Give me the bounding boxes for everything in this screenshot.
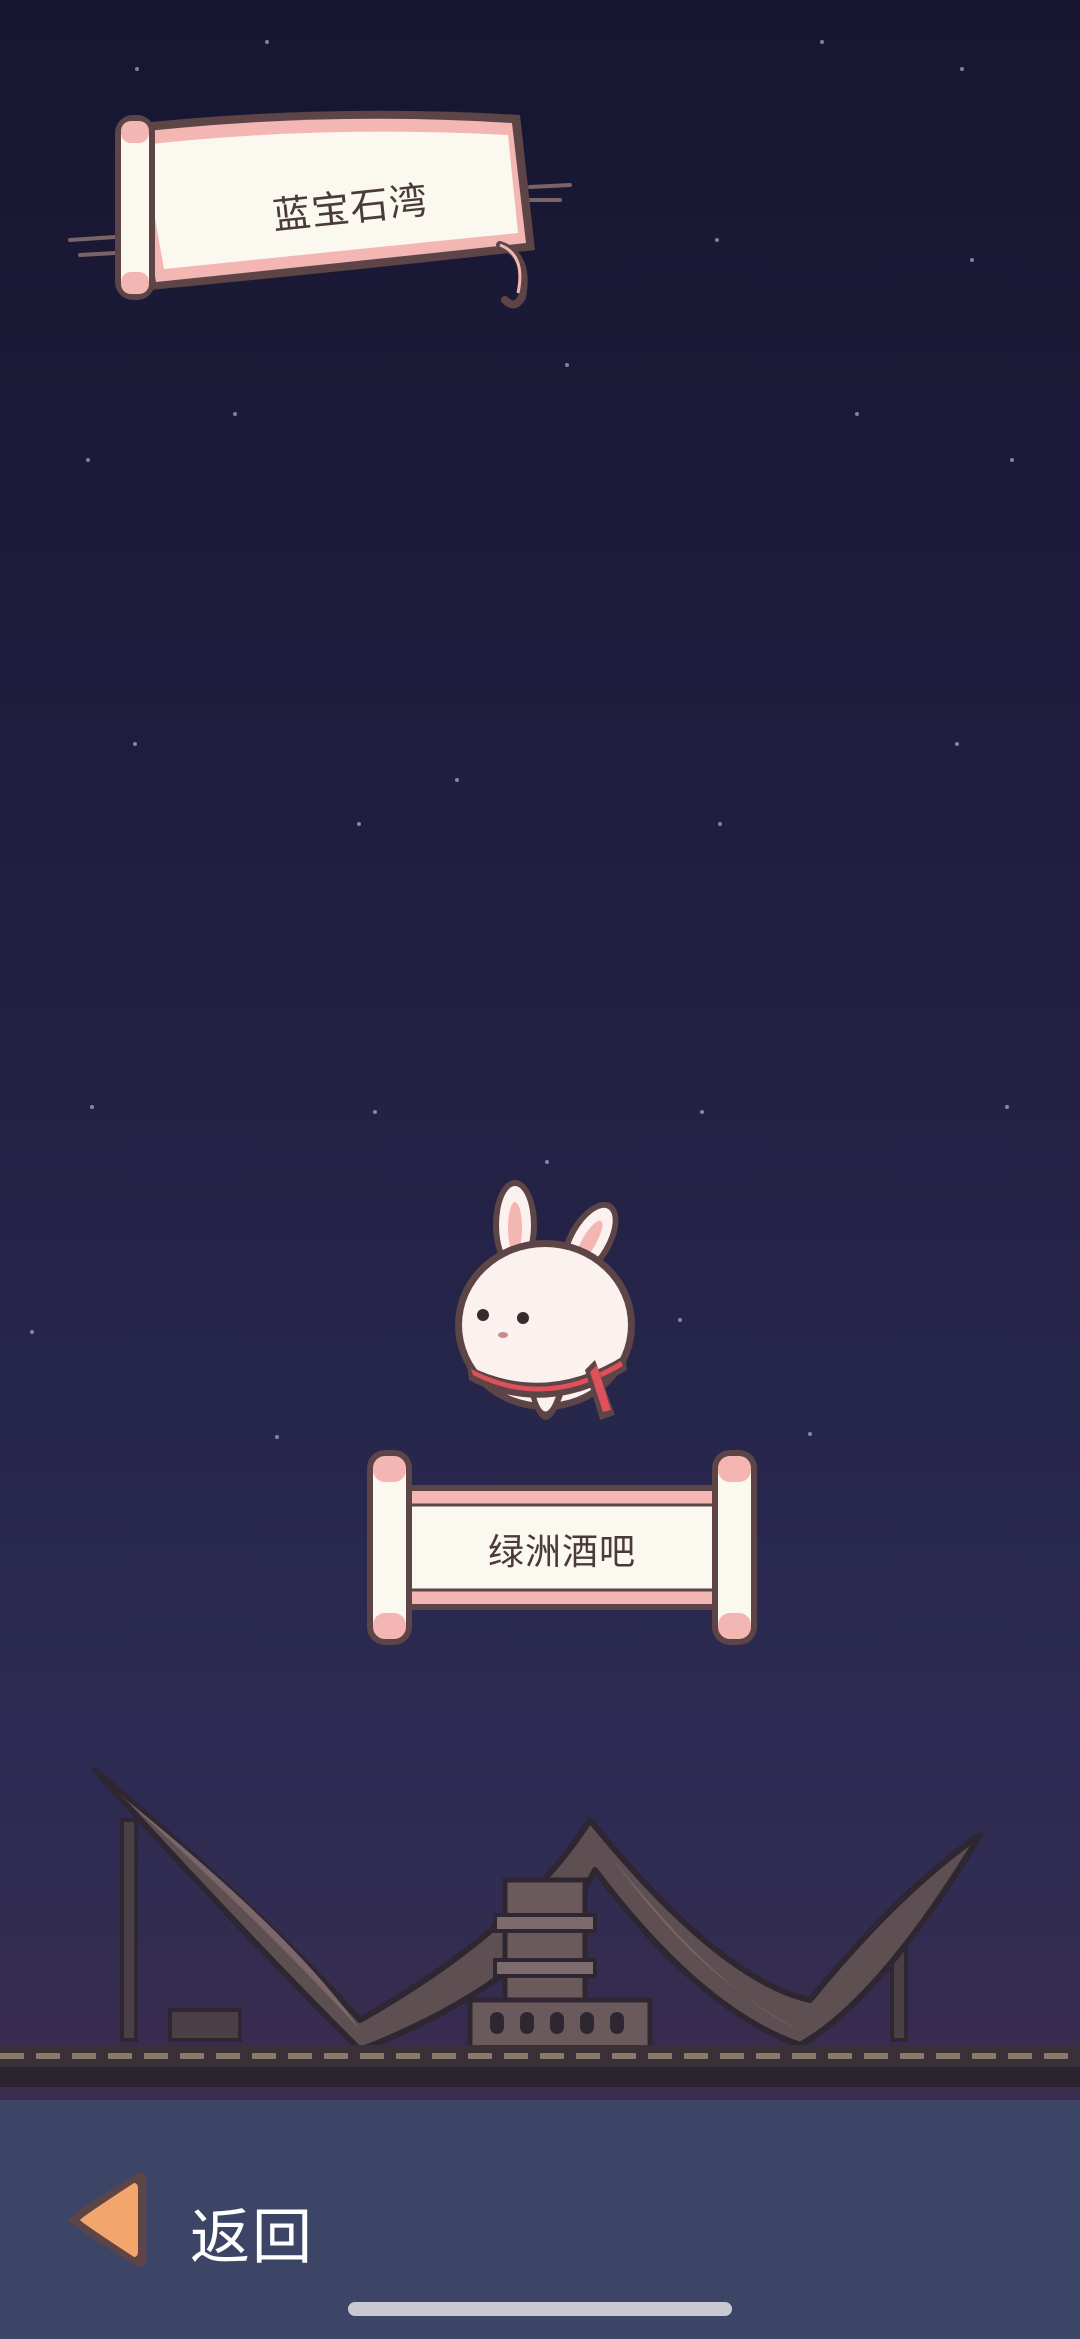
star-icon (133, 742, 137, 746)
back-button[interactable]: 返回 (60, 2165, 340, 2275)
star-icon (135, 67, 139, 71)
left-arrow-icon (68, 2172, 147, 2268)
star-icon (90, 1105, 94, 1109)
location-name: 绿洲酒吧 (487, 1532, 636, 1573)
location-scroll-button[interactable]: 绿洲酒吧 (362, 1445, 762, 1650)
region-title-banner: 蓝宝石湾 (60, 105, 580, 320)
star-icon (86, 458, 90, 462)
home-indicator[interactable] (348, 2302, 732, 2316)
star-icon (373, 1110, 377, 1114)
star-icon (955, 742, 959, 746)
star-icon (960, 67, 964, 71)
landmark-illustration (0, 1750, 1080, 2100)
bunny-character[interactable] (445, 1180, 645, 1440)
star-icon (233, 412, 237, 416)
star-icon (808, 1432, 812, 1436)
star-icon (275, 1435, 279, 1439)
star-icon (718, 822, 722, 826)
star-icon (545, 1160, 549, 1164)
star-icon (357, 822, 361, 826)
star-icon (820, 40, 824, 44)
canopy-building-icon (0, 1767, 1080, 2087)
back-label: 返回 (190, 2203, 314, 2273)
star-icon (715, 238, 719, 242)
star-icon (265, 40, 269, 44)
star-icon (855, 412, 859, 416)
star-icon (455, 778, 459, 782)
bunny-icon (455, 1180, 635, 1420)
star-icon (700, 1110, 704, 1114)
star-icon (30, 1330, 34, 1334)
star-icon (1005, 1105, 1009, 1109)
game-scene: 蓝宝石湾 绿洲酒吧 (0, 0, 1080, 2100)
star-icon (678, 1318, 682, 1322)
star-icon (565, 363, 569, 367)
star-icon (1010, 458, 1014, 462)
star-icon (970, 258, 974, 262)
